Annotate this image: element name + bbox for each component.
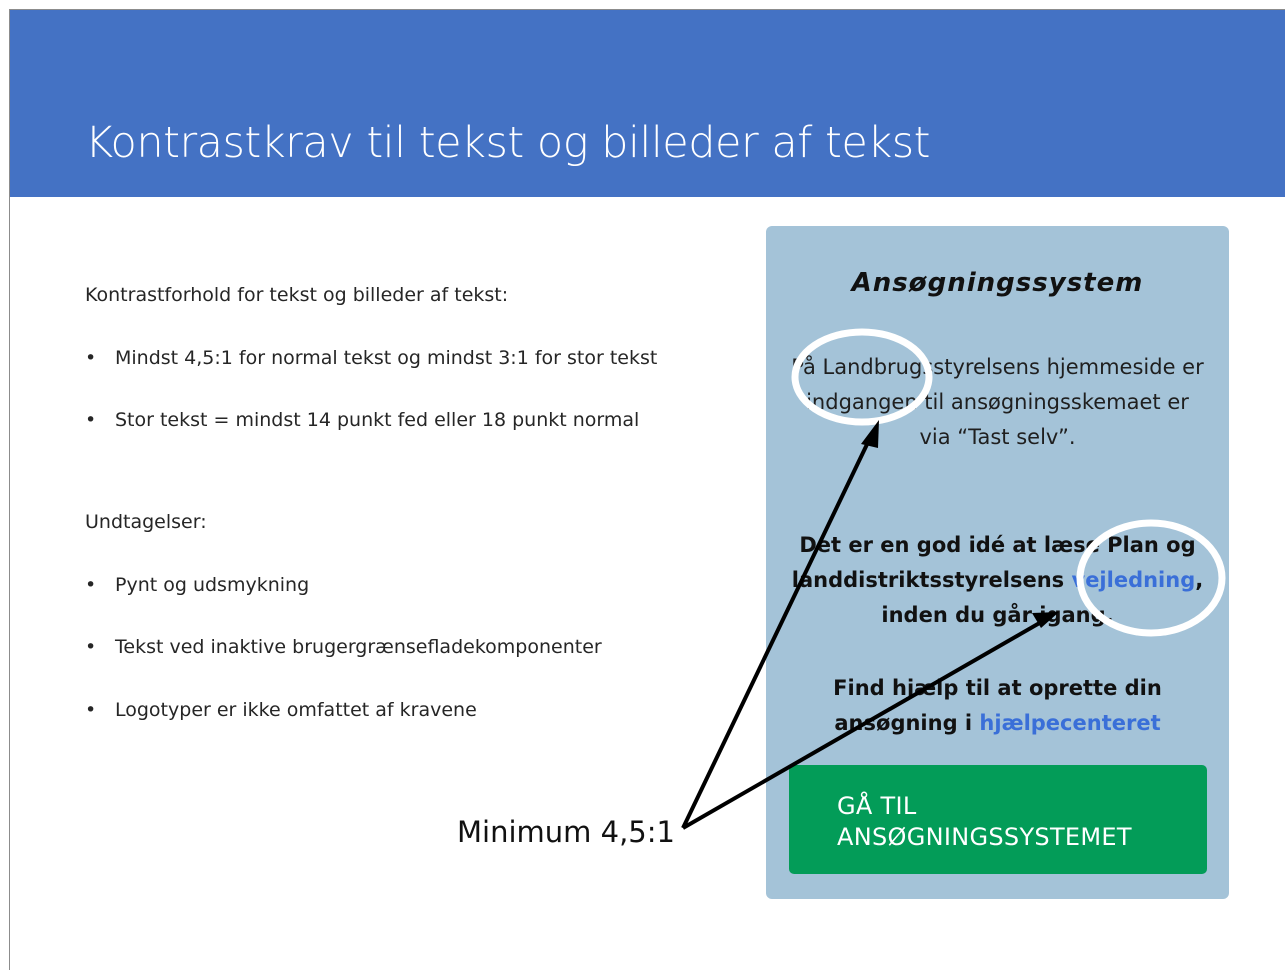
- panel-title: Ansøgningssystem: [851, 268, 1144, 298]
- bullet-marker: •: [85, 574, 97, 596]
- guide-link[interactable]: vejledning: [1072, 568, 1196, 592]
- exception-text: Logotyper er ikke omfattet af kravene: [115, 699, 477, 721]
- panel-paragraph-guide: Det er en god idé at læse Plan og landdi…: [790, 528, 1205, 633]
- bullet-text: Stor tekst = mindst 14 punkt fed eller 1…: [115, 409, 640, 431]
- bullet-marker: •: [85, 636, 97, 658]
- go-to-application-button[interactable]: GÅ TIL ANSØGNINGSSYSTEMET: [789, 765, 1207, 874]
- exception-item: • Tekst ved inaktive brugergrænsefladekom…: [85, 636, 602, 658]
- bullet-text: Mindst 4,5:1 for normal tekst og mindst …: [115, 347, 658, 369]
- button-label-line-1: GÅ TIL: [837, 792, 917, 820]
- button-label-line-2: ANSØGNINGSSYSTEMET: [837, 823, 1132, 851]
- bullet-marker: •: [85, 699, 97, 721]
- bullet-marker: •: [85, 409, 97, 431]
- exceptions-heading: Undtagelser:: [85, 511, 207, 533]
- panel-paragraph-help: Find hjælp til at oprette din ansøgning …: [790, 671, 1205, 741]
- exception-item: • Pynt og udsmykning: [85, 574, 309, 596]
- exception-text: Tekst ved inaktive brugergrænsefladekomp…: [115, 636, 602, 658]
- panel-paragraph-intro: På Landbrugsstyrelsens hjemmeside er ind…: [791, 355, 1204, 449]
- annotation-label: Minimum 4,5:1: [457, 815, 675, 849]
- title-band: [10, 10, 1285, 197]
- bullet-marker: •: [85, 347, 97, 369]
- bullet-item: • Mindst 4,5:1 for normal tekst og mindst…: [85, 347, 657, 369]
- exception-text: Pynt og udsmykning: [115, 574, 310, 596]
- exception-item: • Logotyper er ikke omfattet af kravene: [85, 699, 477, 721]
- bullet-item: • Stor tekst = mindst 14 punkt fed eller …: [85, 409, 639, 431]
- help-center-link[interactable]: hjælpecenteret: [979, 711, 1160, 735]
- slide: Kontrastkrav til tekst og billeder af te…: [0, 0, 1285, 970]
- slide-title: Kontrastkrav til tekst og billeder af te…: [85, 118, 931, 168]
